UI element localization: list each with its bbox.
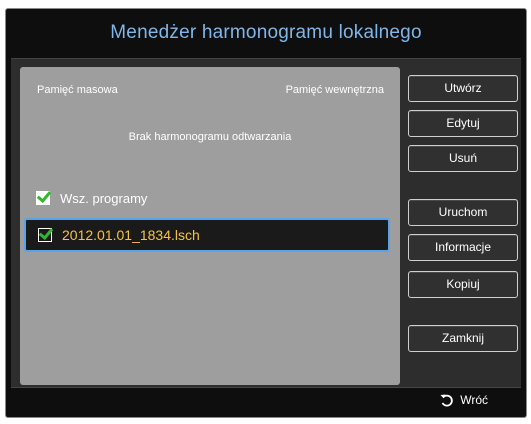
storage-internal-label[interactable]: Pamięć wewnętrzna: [286, 84, 384, 96]
back-label: Wróć: [460, 393, 488, 407]
copy-button[interactable]: Kopiuj: [408, 271, 518, 298]
create-button[interactable]: Utwórz: [408, 75, 518, 102]
storage-mass-label[interactable]: Pamięć masowa: [37, 84, 118, 96]
schedule-list-panel: Pamięć masowa Pamięć wewnętrzna Brak har…: [20, 67, 400, 385]
schedule-file-label: 2012.01.01_1834.lsch: [62, 227, 200, 243]
list-item-all-programs[interactable]: Wsz. programy: [24, 181, 390, 215]
list-item-schedule-file[interactable]: 2012.01.01_1834.lsch: [24, 218, 390, 252]
schedule-manager-dialog: Menedżer harmonogramu lokalnego Pamięć m…: [5, 8, 527, 418]
all-programs-label: Wsz. programy: [60, 190, 148, 206]
info-button[interactable]: Informacje: [408, 234, 518, 261]
return-icon: [440, 394, 453, 407]
close-button[interactable]: Zamknij: [408, 325, 518, 352]
delete-button[interactable]: Usuń: [408, 145, 518, 172]
all-programs-checkbox[interactable]: [36, 191, 50, 205]
schedule-file-checkbox[interactable]: [38, 228, 52, 242]
dialog-title: Menedżer harmonogramu lokalnego: [110, 22, 422, 43]
edit-button[interactable]: Edytuj: [408, 110, 518, 137]
back-button[interactable]: Wróć: [439, 391, 488, 409]
run-button[interactable]: Uruchom: [408, 199, 518, 226]
empty-schedule-message: Brak harmonogramu odtwarzania: [128, 131, 292, 143]
